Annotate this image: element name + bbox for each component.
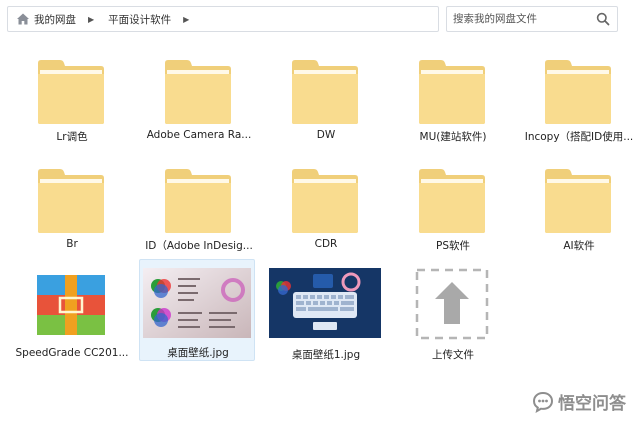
file-item-folder[interactable]: DW	[268, 52, 382, 156]
image-thumbnail	[269, 268, 381, 338]
chevron-right-icon: ▶	[183, 14, 190, 24]
file-name-label: DW	[316, 129, 336, 141]
folder-icon	[545, 169, 611, 233]
file-item-folder[interactable]: Lr调色	[14, 52, 128, 156]
folder-icon	[419, 169, 485, 233]
file-name-label: Lr调色	[56, 131, 88, 143]
breadcrumb-item-my-drive[interactable]: 我的网盘	[34, 12, 76, 27]
file-name-label: Adobe Camera Ra...	[146, 129, 252, 141]
file-item-folder[interactable]: Adobe Camera Ra...	[141, 52, 255, 156]
file-name-label: CDR	[314, 238, 338, 250]
top-bar: 我的网盘 ▶ 平面设计软件 ▶	[0, 0, 640, 38]
chevron-right-icon: ▶	[88, 14, 95, 24]
upload-icon	[415, 268, 489, 340]
file-item-folder[interactable]: PS软件	[395, 161, 509, 265]
breadcrumb-item-current-folder[interactable]: 平面设计软件	[108, 12, 171, 27]
file-name-label: MU(建站软件)	[419, 131, 487, 143]
folder-icon	[545, 60, 611, 124]
breadcrumb: 我的网盘 ▶ 平面设计软件 ▶	[7, 6, 439, 32]
file-name-label: 桌面壁纸.jpg	[167, 347, 229, 359]
folder-icon	[292, 60, 358, 124]
folder-icon	[165, 169, 231, 233]
file-item-archive[interactable]: SpeedGrade CC201...	[14, 262, 128, 366]
file-name-label: PS软件	[436, 240, 470, 252]
file-name-label: AI软件	[563, 240, 595, 252]
file-name-label: Incopy（搭配ID使用...	[524, 131, 634, 143]
folder-icon	[38, 169, 104, 233]
search-icon[interactable]	[596, 12, 610, 26]
file-item-folder[interactable]: AI软件	[521, 161, 635, 265]
file-name-label: ID（Adobe InDesig...	[145, 240, 253, 252]
image-thumbnail	[143, 268, 251, 338]
file-name-label: SpeedGrade CC201...	[15, 347, 129, 359]
file-name-label: 桌面壁纸1.jpg	[291, 349, 361, 361]
file-name-label: Br	[66, 238, 78, 250]
file-item-folder[interactable]: Br	[14, 161, 128, 265]
upload-file-tile[interactable]: 上传文件	[395, 262, 509, 366]
file-item-folder[interactable]: Incopy（搭配ID使用...	[521, 52, 635, 156]
home-icon[interactable]	[16, 12, 30, 26]
file-item-folder[interactable]: ID（Adobe InDesig...	[141, 161, 255, 265]
folder-icon	[165, 60, 231, 124]
folder-icon	[419, 60, 485, 124]
chat-bubble-icon	[532, 391, 554, 413]
file-item-folder[interactable]: MU(建站软件)	[395, 52, 509, 156]
search-box	[446, 6, 618, 32]
folder-icon	[38, 60, 104, 124]
upload-file-label: 上传文件	[432, 349, 474, 361]
archive-icon	[37, 275, 105, 335]
watermark: 悟空问答	[532, 389, 626, 414]
watermark-text: 悟空问答	[558, 394, 626, 414]
folder-icon	[292, 169, 358, 233]
search-input[interactable]	[447, 7, 595, 31]
file-item-folder[interactable]: CDR	[268, 161, 382, 265]
file-item-image[interactable]: 桌面壁纸1.jpg	[268, 262, 382, 366]
file-item-image-selected[interactable]: 桌面壁纸.jpg	[139, 259, 255, 361]
